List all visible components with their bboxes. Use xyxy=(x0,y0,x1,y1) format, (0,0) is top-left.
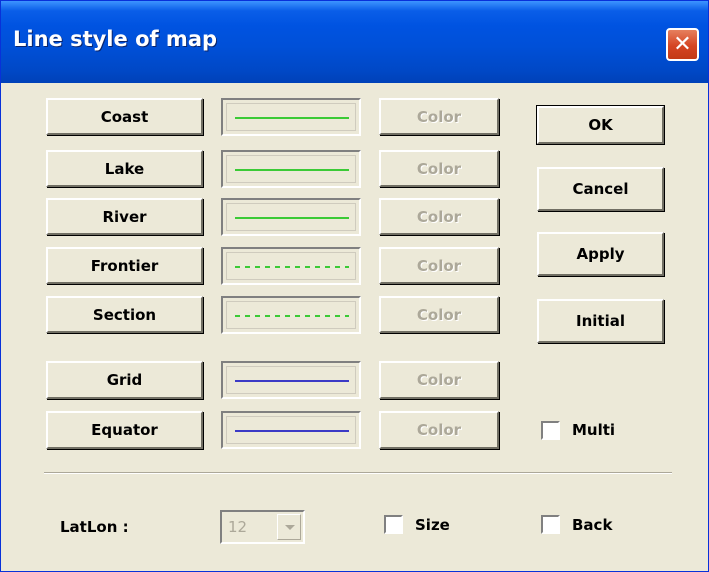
latlon-select[interactable]: 12 xyxy=(220,510,305,544)
section-color-button[interactable]: Color xyxy=(379,296,499,333)
apply-button[interactable]: Apply xyxy=(537,232,664,276)
multi-checkbox[interactable] xyxy=(541,421,560,440)
equator-button[interactable]: Equator xyxy=(46,411,203,449)
ok-button-label: OK xyxy=(588,116,613,134)
apply-button-label: Apply xyxy=(576,245,625,263)
lake-button[interactable]: Lake xyxy=(46,150,203,187)
frontier-color-label: Color xyxy=(416,256,462,275)
river-button-label: River xyxy=(102,207,147,226)
coast-button[interactable]: Coast xyxy=(46,98,203,135)
frontier-color-button[interactable]: Color xyxy=(379,247,499,284)
ok-button[interactable]: OK xyxy=(536,105,665,145)
coast-button-label: Coast xyxy=(100,107,149,126)
size-checkbox[interactable] xyxy=(384,515,403,534)
back-checkbox[interactable] xyxy=(541,515,560,534)
section-button[interactable]: Section xyxy=(46,296,203,333)
line-style-dialog: Line style of map ✕ Coast Color Lake Col… xyxy=(0,0,709,572)
section-line-preview xyxy=(221,296,361,334)
equator-line-preview xyxy=(221,411,361,449)
grid-color-label: Color xyxy=(416,371,462,389)
initial-button-label: Initial xyxy=(576,312,625,330)
river-button[interactable]: River xyxy=(46,198,203,235)
river-color-label: Color xyxy=(416,207,462,226)
lake-button-label: Lake xyxy=(104,159,145,178)
multi-label[interactable]: Multi xyxy=(572,421,615,439)
river-color-button[interactable]: Color xyxy=(379,198,499,235)
equator-color-label: Color xyxy=(416,421,462,439)
section-button-label: Section xyxy=(92,305,157,324)
lake-line-preview xyxy=(221,150,361,188)
size-label[interactable]: Size xyxy=(415,516,450,534)
coast-line-preview xyxy=(221,98,361,136)
frontier-button[interactable]: Frontier xyxy=(46,247,203,284)
frontier-button-label: Frontier xyxy=(90,256,159,275)
initial-button[interactable]: Initial xyxy=(537,299,664,343)
cancel-button-label: Cancel xyxy=(572,180,629,198)
equator-color-button[interactable]: Color xyxy=(379,411,499,449)
grid-color-button[interactable]: Color xyxy=(379,361,499,399)
lake-color-label: Color xyxy=(416,159,462,178)
river-line-preview xyxy=(221,198,361,236)
latlon-select-value: 12 xyxy=(228,518,248,536)
coast-color-button[interactable]: Color xyxy=(379,98,499,135)
grid-button[interactable]: Grid xyxy=(46,361,203,399)
separator xyxy=(44,472,672,474)
chevron-down-icon[interactable] xyxy=(277,514,301,540)
frontier-line-preview xyxy=(221,247,361,285)
grid-button-label: Grid xyxy=(106,371,143,389)
title-bar[interactable]: Line style of map ✕ xyxy=(1,1,708,83)
back-label[interactable]: Back xyxy=(572,516,612,534)
latlon-label: LatLon : xyxy=(60,518,129,536)
window-title: Line style of map xyxy=(13,27,218,51)
coast-color-label: Color xyxy=(416,107,462,126)
cancel-button[interactable]: Cancel xyxy=(537,167,664,211)
section-color-label: Color xyxy=(416,305,462,324)
equator-button-label: Equator xyxy=(91,421,158,439)
grid-line-preview xyxy=(221,361,361,399)
lake-color-button[interactable]: Color xyxy=(379,150,499,187)
close-button[interactable]: ✕ xyxy=(666,28,699,61)
